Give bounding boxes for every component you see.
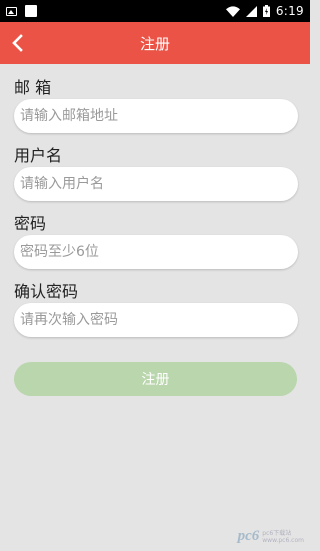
page-title: 注册 [139, 34, 170, 53]
password-label: 密码 [14, 214, 47, 233]
register-button[interactable]: 注册 [14, 362, 297, 396]
chevron-left-icon [12, 34, 23, 52]
email-field[interactable] [14, 99, 298, 133]
confirm-password-field[interactable] [14, 303, 298, 337]
register-form: 邮 箱 用户名 密码 确认密码 注册 [0, 74, 310, 396]
app-bar: 注册 [0, 22, 310, 64]
confirm-password-label: 确认密码 [14, 282, 79, 301]
watermark-line1: pc6下载站 [262, 529, 292, 537]
wifi-icon [225, 5, 240, 17]
watermark-line2: www.pc6.com [262, 536, 304, 544]
username-field[interactable] [14, 167, 298, 201]
status-time: 6:19 [275, 4, 304, 18]
battery-icon [262, 5, 270, 17]
watermark-logo: pc6 [237, 528, 260, 544]
status-bar: 6:19 [0, 0, 310, 22]
password-field[interactable] [14, 235, 298, 269]
username-label: 用户名 [14, 146, 63, 165]
signal-icon [245, 5, 257, 17]
image-icon [6, 6, 17, 16]
back-button[interactable] [6, 31, 30, 55]
email-label: 邮 箱 [14, 78, 52, 97]
watermark: pc6 pc6下载站 www.pc6.com [238, 528, 304, 545]
square-icon [25, 5, 37, 17]
